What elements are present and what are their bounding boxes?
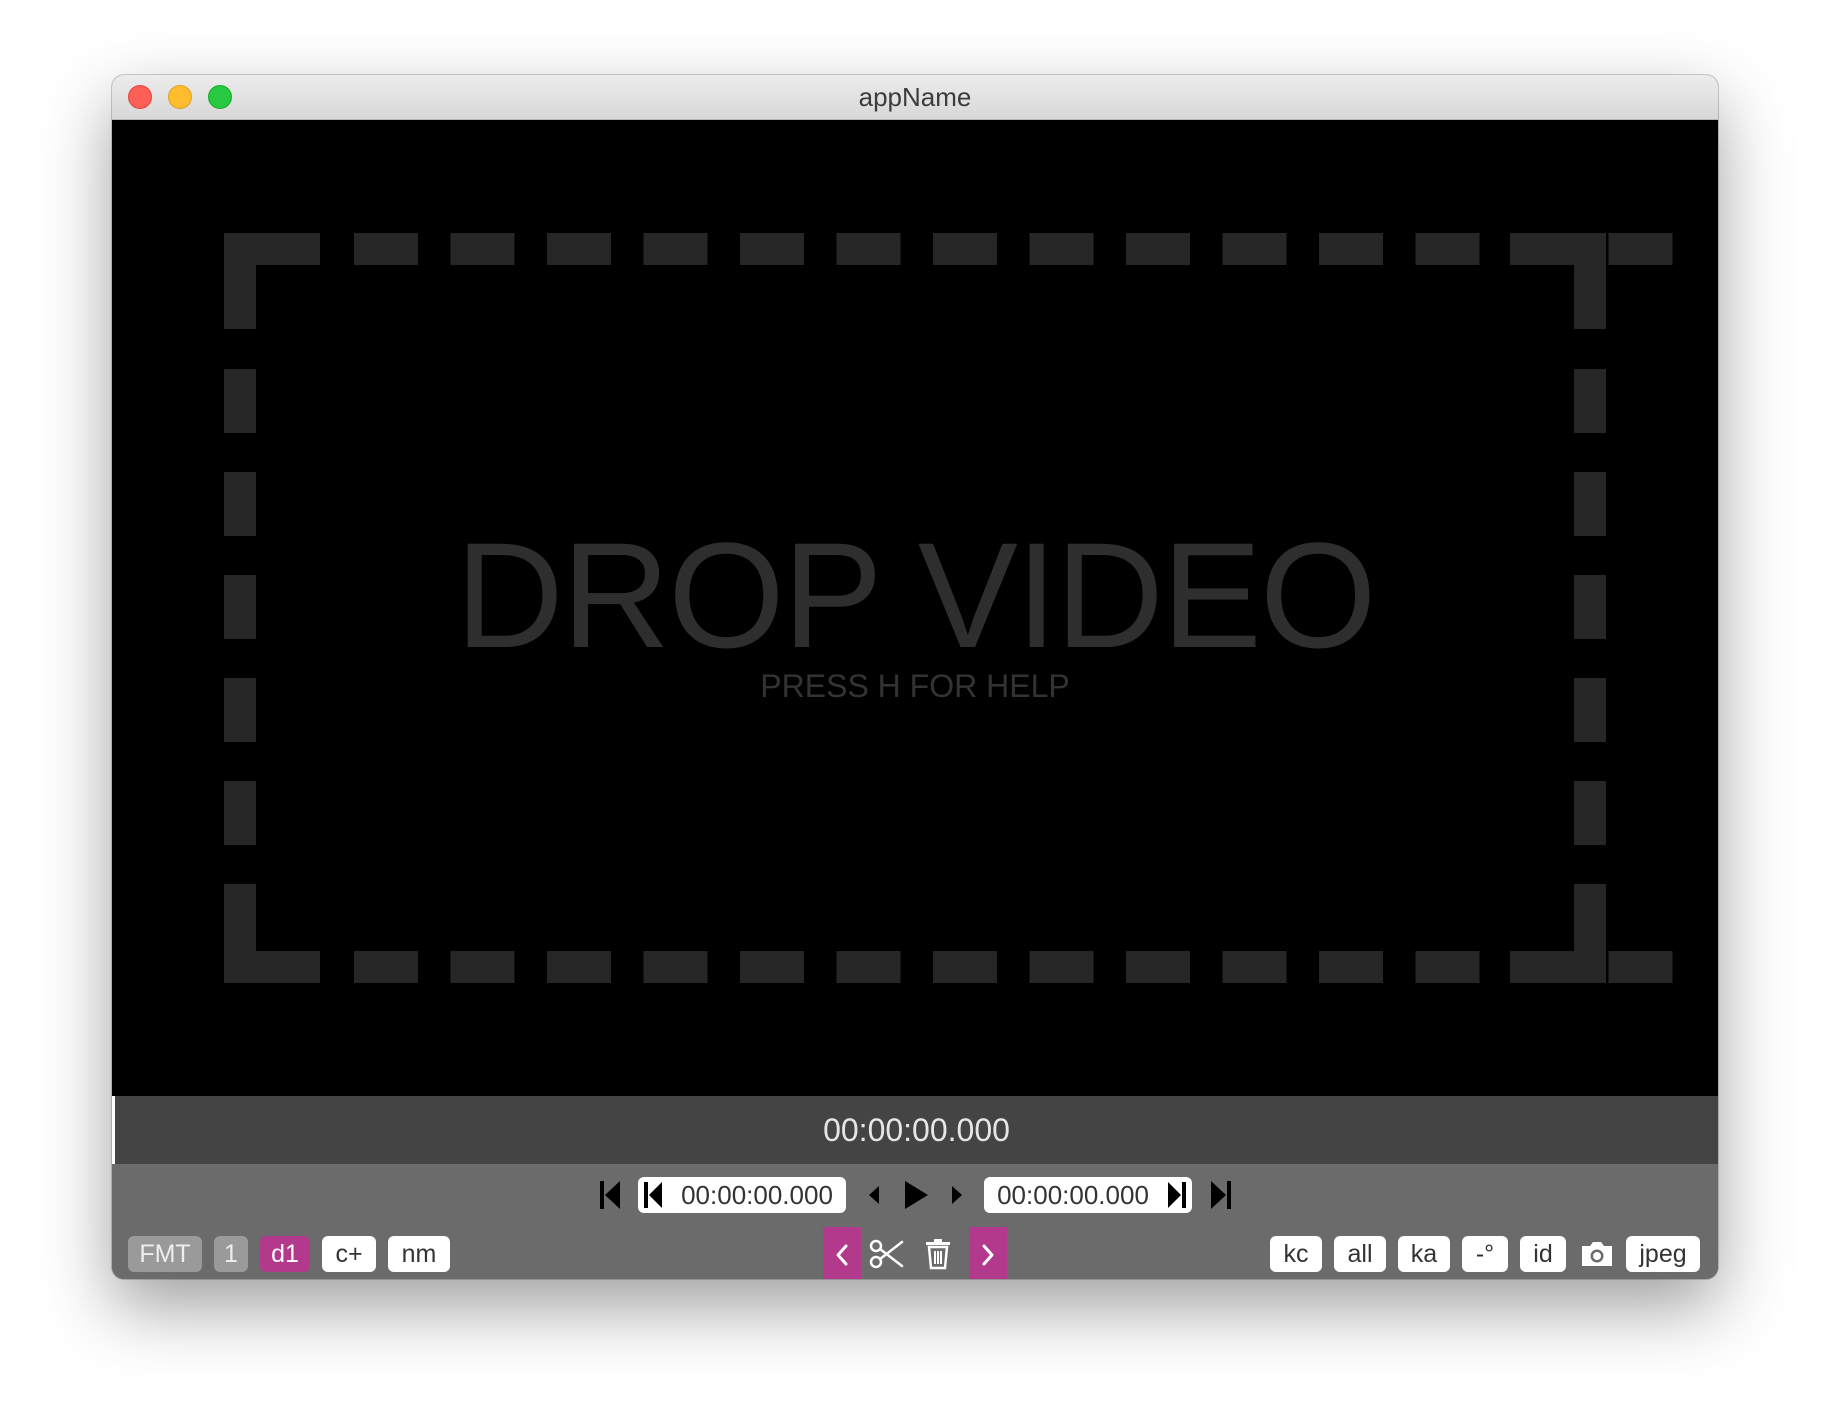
trash-icon [926,1239,950,1270]
help-hint: PRESS H FOR HELP [760,668,1070,704]
title-bar[interactable]: appName [112,75,1718,120]
frame-dash [1415,233,1480,265]
video-drop-zone[interactable]: DROP VIDEO PRESS H FOR HELP [112,120,1718,1096]
previous-segment-button[interactable] [823,1227,861,1279]
frame-dash [1319,951,1383,983]
frame-dash [1222,233,1287,265]
frame-dash [836,951,901,983]
frame-dash [224,884,256,948]
frame-dash [1574,884,1606,948]
frame-dash [354,233,418,265]
frame-dash [547,233,611,265]
set-cut-start-button[interactable] [638,1177,668,1213]
cut-start-time: 00:00:00.000 [681,1179,833,1210]
id-button[interactable]: id [1520,1236,1566,1272]
frame-dash [1126,233,1190,265]
delete-segment-button[interactable] [919,1232,957,1276]
cut-end-time: 00:00:00.000 [997,1179,1149,1210]
frame-dash [1029,951,1094,983]
nm-button[interactable]: nm [388,1236,450,1272]
jpeg-format-button[interactable]: jpeg [1626,1236,1700,1272]
frame-dash [933,233,997,265]
step-forward-button[interactable] [947,1179,967,1211]
frame-dash [1608,233,1673,265]
chevron-right-icon [982,1244,994,1266]
drop-video-title: DROP VIDEO [455,511,1376,679]
rotate-button[interactable]: -° [1462,1236,1508,1272]
chevron-left-icon [836,1244,848,1266]
frame-dash [354,951,418,983]
play-button[interactable] [900,1175,932,1215]
step-back-icon [869,1186,879,1204]
next-segment-button[interactable] [969,1227,1007,1279]
step-back-button[interactable] [864,1179,884,1211]
frame-dash [450,951,515,983]
frame-corner-top-left [224,233,320,329]
cut-button[interactable] [867,1232,907,1276]
frame-dash [1126,951,1190,983]
frame-dash [1608,951,1673,983]
step-forward-icon [952,1186,962,1204]
jump-to-end-icon [1211,1181,1231,1209]
frame-dash [1574,781,1606,845]
scissors-icon [869,1239,904,1269]
camera-icon [1582,1242,1612,1266]
set-cut-start-icon [644,1182,662,1208]
stream-count-button[interactable]: 1 [214,1236,248,1272]
frame-dash [224,781,256,845]
frame-dash [740,951,804,983]
c-plus-button[interactable]: c+ [322,1236,376,1272]
screenshot-button[interactable] [1576,1236,1618,1272]
frame-dash [1222,951,1287,983]
frame-dash [643,951,708,983]
timeline-bar[interactable]: 00:00:00.000 [112,1096,1718,1164]
cut-end-time-field[interactable]: 00:00:00.000 [984,1177,1192,1213]
frame-dash [740,233,804,265]
app-window: appName DROP VIDEO PRESS H FOR HELP 00:0… [112,75,1718,1279]
play-icon [905,1181,928,1209]
all-button[interactable]: all [1334,1236,1386,1272]
ka-button[interactable]: ka [1398,1236,1450,1272]
frame-dash [1512,233,1576,265]
frame-dash [1319,233,1383,265]
d1-button[interactable]: d1 [260,1236,310,1272]
frame-dash [643,233,708,265]
kc-button[interactable]: kc [1270,1236,1322,1272]
set-cut-end-button[interactable] [1162,1177,1192,1213]
frame-dash [224,369,256,433]
format-button[interactable]: FMT [128,1236,202,1272]
frame-dash [1415,951,1480,983]
frame-dash [547,951,611,983]
frame-dash [1574,369,1606,433]
window-title: appName [858,82,972,112]
jump-to-end-button[interactable] [1206,1177,1236,1213]
frame-dash [933,951,997,983]
frame-dash [1029,233,1094,265]
frame-dash [450,233,515,265]
frame-dash [1512,951,1576,983]
set-cut-end-icon [1168,1182,1186,1208]
jump-to-start-icon [600,1181,620,1209]
current-time-display: 00:00:00.000 [823,1112,1010,1148]
frame-dash [836,233,901,265]
cut-start-time-field[interactable]: 00:00:00.000 [638,1177,846,1213]
jump-to-start-button[interactable] [595,1177,625,1213]
